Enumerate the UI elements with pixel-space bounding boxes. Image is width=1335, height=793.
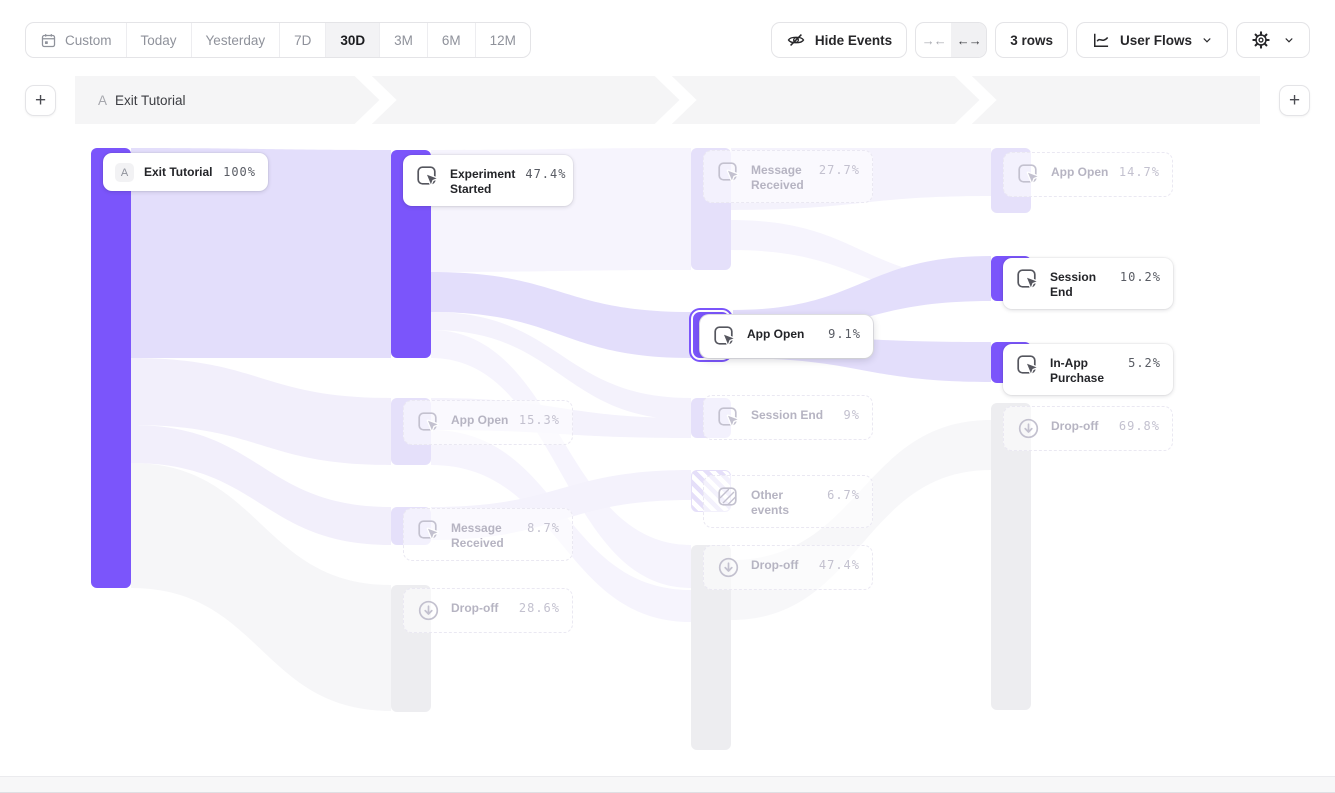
node-card-session-end-3[interactable]: Session End 9% [703, 395, 873, 440]
node-label: Drop-off [1051, 416, 1098, 434]
node-label: Message Received [451, 518, 517, 551]
event-icon [1016, 162, 1041, 187]
node-card-app-open-2[interactable]: App Open 15.3% [403, 400, 573, 445]
expand-arrows-icon: ←→ [957, 33, 981, 48]
drop-off-icon [1016, 416, 1041, 441]
other-events-icon [716, 485, 741, 510]
hide-events-label: Hide Events [815, 33, 892, 48]
event-icon [415, 164, 440, 189]
node-percent: 9.1% [828, 324, 861, 341]
node-card-experiment-started[interactable]: Experiment Started 47.4% [403, 155, 573, 206]
node-label: App Open [451, 410, 508, 428]
node-card-in-app-purchase-4[interactable]: In-App Purchase 5.2% [1003, 344, 1173, 395]
date-range-yesterday[interactable]: Yesterday [192, 23, 281, 57]
toolbar: Custom Today Yesterday 7D 30D 3M 6M 12M … [25, 22, 1310, 58]
event-icon [716, 160, 741, 185]
node-percent: 69.8% [1119, 416, 1160, 433]
node-label: App Open [747, 324, 804, 342]
node-label: In-App Purchase [1050, 353, 1118, 386]
chevron-down-icon [1201, 34, 1213, 46]
step-letter-badge: A [115, 163, 134, 182]
gear-icon [1251, 30, 1271, 50]
date-range-today[interactable]: Today [127, 23, 192, 57]
column-separator-chevron [948, 76, 998, 124]
flow-step-name: Exit Tutorial [115, 93, 186, 108]
node-percent: 14.7% [1119, 162, 1160, 179]
node-percent: 27.7% [819, 160, 860, 177]
date-range-group: Custom Today Yesterday 7D 30D 3M 6M 12M [25, 22, 531, 58]
drop-off-icon [416, 598, 441, 623]
collapse-arrows-icon: →← [922, 33, 946, 48]
node-card-session-end-4[interactable]: Session End 10.2% [1003, 258, 1173, 309]
node-card-drop-off-4[interactable]: Drop-off 69.8% [1003, 406, 1173, 451]
node-percent: 10.2% [1120, 267, 1161, 284]
node-label: Session End [1050, 267, 1110, 300]
node-percent: 6.7% [827, 485, 860, 502]
event-icon [712, 324, 737, 349]
date-range-3m[interactable]: 3M [380, 23, 428, 57]
node-bar-exit-tutorial[interactable] [91, 148, 131, 588]
event-icon [716, 405, 741, 430]
event-icon [416, 518, 441, 543]
node-percent: 5.2% [1128, 353, 1161, 370]
add-step-start-button[interactable]: + [25, 85, 56, 116]
date-range-12m[interactable]: 12M [476, 23, 530, 57]
view-selector-button[interactable]: User Flows [1076, 22, 1228, 58]
node-percent: 8.7% [527, 518, 560, 535]
flow-step-label: A Exit Tutorial [98, 76, 186, 124]
node-label: Session End [751, 405, 823, 423]
chevron-down-icon [1283, 34, 1295, 46]
node-label: Message Received [751, 160, 809, 193]
node-label: App Open [1051, 162, 1108, 180]
node-card-app-open-3[interactable]: App Open 9.1% [700, 315, 873, 358]
date-range-7d[interactable]: 7D [280, 23, 326, 57]
node-card-app-open-4[interactable]: App Open 14.7% [1003, 152, 1173, 197]
node-percent: 28.6% [519, 598, 560, 615]
node-label: Exit Tutorial [144, 162, 212, 180]
collapse-columns-button[interactable]: →← [916, 23, 951, 57]
event-icon [1015, 267, 1040, 292]
node-card-drop-off-3[interactable]: Drop-off 47.4% [703, 545, 873, 590]
view-selector-label: User Flows [1120, 33, 1192, 48]
date-range-label: Custom [65, 33, 112, 48]
node-card-other-events-3[interactable]: Other events 6.7% [703, 475, 873, 528]
node-card-message-received-2[interactable]: Message Received 8.7% [403, 508, 573, 561]
toolbar-right-group: Hide Events →← ←→ 3 rows User Flows [771, 22, 1310, 58]
event-icon [416, 410, 441, 435]
node-percent: 15.3% [519, 410, 560, 427]
node-label: Other events [751, 485, 817, 518]
node-label: Drop-off [751, 555, 798, 573]
node-percent: 9% [844, 405, 860, 422]
node-percent: 100% [223, 162, 256, 179]
footer-bar [0, 776, 1335, 793]
date-range-6m[interactable]: 6M [428, 23, 476, 57]
node-label: Drop-off [451, 598, 498, 616]
rows-button[interactable]: 3 rows [995, 22, 1068, 58]
user-flows-chart-icon [1091, 30, 1111, 50]
hide-events-button[interactable]: Hide Events [771, 22, 907, 58]
date-range-custom[interactable]: Custom [26, 23, 127, 57]
column-width-toggle: →← ←→ [915, 22, 987, 58]
column-separator-chevron [348, 76, 398, 124]
node-card-drop-off-2[interactable]: Drop-off 28.6% [403, 588, 573, 633]
flow-step-band[interactable]: A Exit Tutorial [75, 76, 1260, 124]
add-step-end-button[interactable]: + [1279, 85, 1310, 116]
event-icon [1015, 353, 1040, 378]
flow-step-letter: A [98, 93, 107, 108]
date-range-30d[interactable]: 30D [326, 23, 380, 57]
rows-label: 3 rows [1010, 33, 1053, 48]
settings-button[interactable] [1236, 22, 1310, 58]
calendar-icon [40, 32, 57, 49]
eye-off-icon [786, 30, 806, 50]
expand-columns-button[interactable]: ←→ [951, 23, 986, 57]
node-card-exit-tutorial[interactable]: A Exit Tutorial 100% [103, 153, 268, 191]
node-card-message-received-3[interactable]: Message Received 27.7% [703, 150, 873, 203]
node-percent: 47.4% [525, 164, 566, 181]
node-label: Experiment Started [450, 164, 515, 197]
node-percent: 47.4% [819, 555, 860, 572]
column-separator-chevron [648, 76, 698, 124]
drop-off-icon [716, 555, 741, 580]
